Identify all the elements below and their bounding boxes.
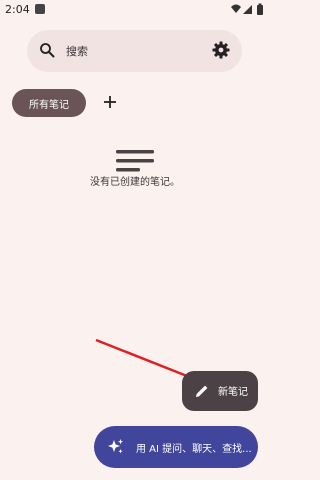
ai-assistant-label: 用 AI 提问、聊天、查找... [136,444,252,455]
ai-assistant-button[interactable]: 用 AI 提问、聊天、查找... [94,426,258,468]
new-note-button[interactable]: 新笔记 [182,371,258,411]
pen-icon [196,385,208,397]
sparkle-icon [108,439,123,454]
new-note-label: 新笔记 [218,387,248,398]
